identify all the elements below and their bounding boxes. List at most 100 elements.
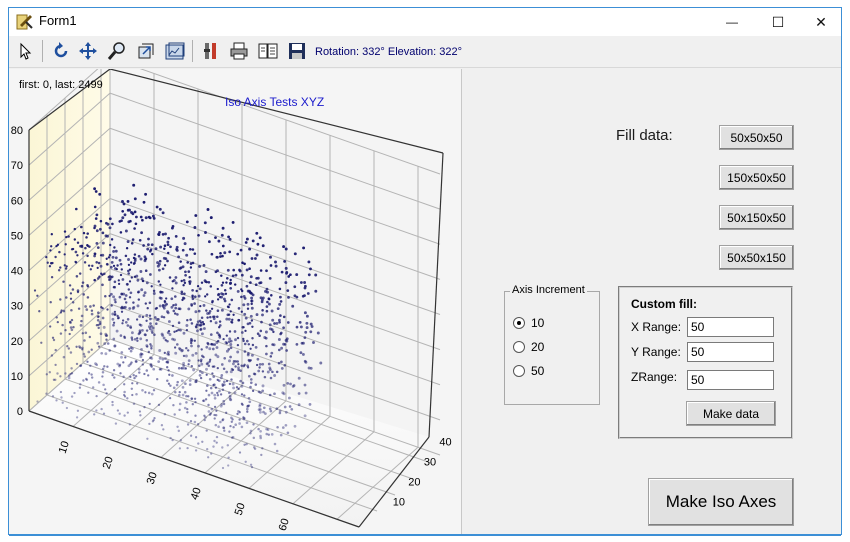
scatter-point: [137, 298, 141, 301]
scatter-point: [77, 307, 81, 310]
plot-panel[interactable]: 010203040506070801020304050607010203040 …: [9, 69, 462, 534]
scatter-point: [147, 350, 151, 354]
scatter-point: [231, 368, 235, 372]
scatter-point: [216, 378, 219, 382]
maximize-button[interactable]: ☐: [755, 8, 801, 36]
scatter-point: [126, 397, 129, 400]
scatter-point: [171, 438, 174, 442]
scatter-point: [143, 405, 146, 409]
scatter-point: [157, 232, 160, 236]
scatter-point: [254, 383, 258, 386]
y-range-input[interactable]: [687, 342, 774, 362]
scatter-point: [190, 341, 193, 345]
scatter-point: [188, 383, 192, 386]
scatter-point: [223, 299, 227, 303]
scatter-point: [191, 288, 194, 292]
scatter-point: [50, 233, 53, 236]
save-button[interactable]: [285, 39, 309, 63]
scatter-point: [233, 283, 237, 286]
increment-radio-10[interactable]: [513, 317, 525, 329]
scatter-point: [163, 351, 166, 355]
scatter-point: [287, 396, 291, 400]
scatter-point: [157, 360, 161, 363]
scatter-point: [188, 280, 191, 283]
scatter-point: [223, 289, 227, 292]
scatter-point: [269, 264, 273, 267]
3d-view-button[interactable]: [163, 39, 187, 63]
scatter-point: [100, 351, 104, 355]
increment-radio-50[interactable]: [513, 365, 525, 377]
scatter-point: [278, 411, 282, 415]
scatter-point: [128, 307, 132, 310]
scatter-point: [118, 412, 121, 415]
edit-button[interactable]: [199, 39, 223, 63]
scatter-point: [79, 324, 83, 327]
fill-50x50x50-button[interactable]: 50x50x50: [719, 125, 794, 150]
scatter-point: [63, 230, 67, 233]
print-button[interactable]: [227, 39, 251, 63]
scatter-point: [255, 231, 259, 235]
scatter-point: [247, 396, 251, 400]
scatter-plot-3d[interactable]: 010203040506070801020304050607010203040: [9, 69, 462, 534]
close-button[interactable]: ✕: [801, 8, 841, 36]
scatter-point: [258, 366, 261, 369]
scatter-point: [168, 276, 172, 279]
scatter-point: [162, 316, 166, 319]
rotate-button[interactable]: [49, 39, 73, 63]
scatter-point: [158, 356, 162, 360]
scatter-point: [48, 371, 51, 374]
copy-button[interactable]: [256, 39, 280, 63]
scatter-point: [96, 246, 100, 249]
scatter-point: [101, 375, 104, 378]
scatter-point: [231, 220, 235, 224]
depth-button[interactable]: [134, 39, 158, 63]
x-tick-label: 60: [277, 517, 292, 532]
fill-50x50x150-button[interactable]: 50x50x150: [719, 245, 794, 270]
z-range-input[interactable]: [687, 370, 774, 390]
scatter-point: [118, 220, 122, 223]
scatter-point: [218, 295, 222, 299]
move-button[interactable]: [76, 39, 100, 63]
make-data-button[interactable]: Make data: [686, 401, 776, 426]
scatter-point: [55, 399, 58, 402]
scatter-point: [263, 375, 267, 379]
scatter-point: [191, 295, 194, 298]
increment-radio-20[interactable]: [513, 341, 525, 353]
scatter-point: [251, 239, 255, 243]
axis-increment-group: Axis Increment 10 20 50: [504, 284, 600, 405]
scatter-point: [200, 316, 204, 320]
scatter-point: [198, 364, 201, 368]
pointer-button[interactable]: [14, 39, 38, 63]
scatter-point: [112, 337, 116, 341]
scatter-point: [197, 294, 201, 298]
scatter-point: [163, 264, 167, 267]
scatter-point: [136, 339, 139, 342]
zoom-button[interactable]: [105, 39, 129, 63]
scatter-point: [96, 319, 100, 322]
scatter-point: [101, 367, 105, 371]
scatter-point: [276, 307, 280, 311]
scatter-point: [157, 403, 161, 407]
scatter-point: [200, 281, 204, 284]
scatter-point: [141, 315, 145, 319]
fill-150x50x50-button[interactable]: 150x50x50: [719, 165, 794, 190]
scatter-point: [217, 425, 220, 428]
z-tick-label: 10: [393, 497, 405, 509]
scatter-point: [85, 236, 88, 239]
scatter-point: [283, 343, 287, 346]
fill-50x150x50-button[interactable]: 50x150x50: [719, 205, 794, 230]
scatter-point: [150, 285, 153, 288]
scatter-point: [171, 337, 174, 341]
make-iso-axes-button[interactable]: Make Iso Axes: [648, 478, 794, 526]
x-range-input[interactable]: [687, 317, 774, 337]
scatter-point: [190, 304, 193, 307]
scatter-point: [128, 296, 132, 299]
scatter-point: [59, 375, 62, 378]
scatter-point: [230, 436, 234, 439]
minimize-button[interactable]: —: [709, 8, 755, 36]
scatter-point: [165, 297, 168, 300]
scatter-point: [152, 216, 156, 220]
scatter-point: [194, 449, 198, 452]
scatter-point: [145, 329, 149, 332]
scatter-point: [83, 261, 87, 264]
